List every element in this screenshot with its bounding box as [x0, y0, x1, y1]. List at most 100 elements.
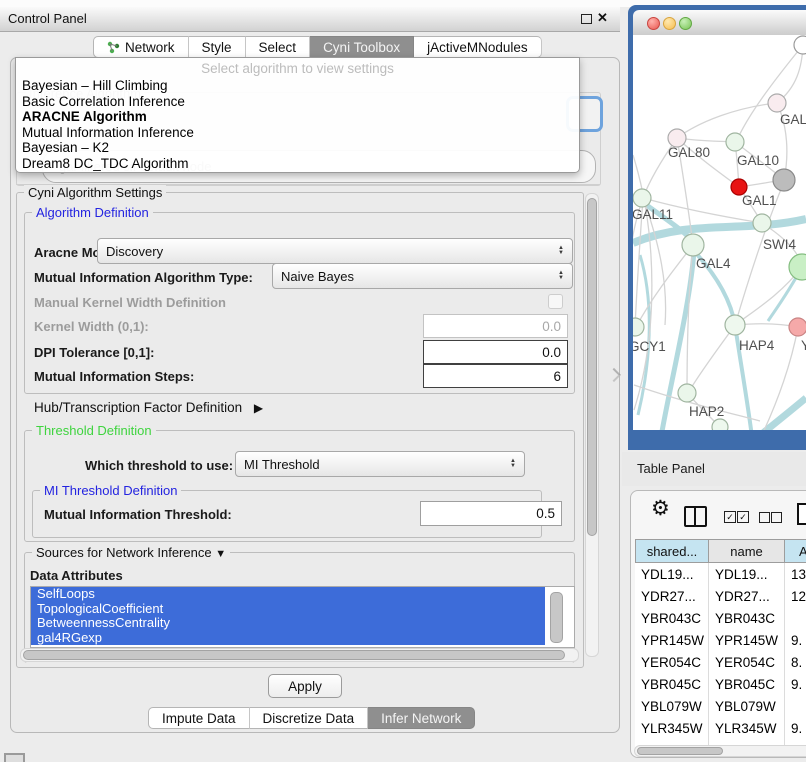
table-row[interactable]: YDR27...YDR27...12 — [635, 585, 806, 607]
unchecked-checkbox-icon[interactable] — [759, 512, 770, 523]
algorithm-option[interactable]: Mutual Information Inference — [16, 125, 579, 141]
table-row[interactable]: YDL19...YDL19...13 — [635, 563, 806, 585]
data-attribute-item[interactable]: TopologicalCoefficient — [31, 602, 545, 617]
table-cell: YDL19... — [709, 563, 785, 585]
close-icon[interactable]: ✕ — [597, 10, 608, 26]
dpi-tolerance-input[interactable] — [423, 340, 568, 364]
document-icon[interactable] — [797, 503, 806, 525]
aracne-mode-combo[interactable]: Discovery ▲▼ — [97, 238, 573, 264]
network-node[interactable] — [773, 169, 795, 191]
network-node[interactable] — [678, 384, 696, 402]
network-node[interactable] — [794, 36, 806, 54]
table-row[interactable]: YBL079WYBL079W — [635, 695, 806, 717]
table-cell: YDR27... — [709, 585, 785, 607]
network-node[interactable] — [726, 133, 744, 151]
network-node[interactable] — [768, 94, 786, 112]
table-row[interactable]: YPR145WYPR145W9. — [635, 629, 806, 651]
network-node[interactable] — [633, 189, 651, 207]
kernel-width-input[interactable] — [423, 314, 568, 338]
manual-kernel-checkbox[interactable] — [548, 294, 563, 309]
settings-hscrollbar-thumb[interactable] — [23, 650, 565, 660]
apply-button[interactable]: Apply — [268, 674, 342, 698]
checked-checkbox-icon[interactable]: ✓ — [724, 511, 736, 523]
network-node[interactable] — [753, 214, 771, 232]
network-node[interactable] — [789, 318, 806, 336]
table-row[interactable]: YER054CYER054C8. — [635, 651, 806, 673]
column-header-clipped[interactable]: A — [785, 539, 806, 563]
table-hscrollbar-thumb[interactable] — [637, 747, 723, 755]
network-edge[interactable] — [688, 325, 735, 393]
network-node[interactable] — [789, 254, 806, 280]
network-edge[interactable] — [736, 45, 803, 142]
node-label: SWI4 — [763, 237, 796, 252]
network-node[interactable] — [725, 315, 745, 335]
tab-network[interactable]: Network — [93, 36, 189, 58]
gear-icon[interactable]: ⚙ — [651, 499, 670, 519]
control-panel-titlebar: Control Panel ✕ — [0, 7, 620, 32]
column-header-name[interactable]: name — [709, 539, 785, 563]
unchecked-checkbox-icon[interactable] — [771, 512, 782, 523]
minimize-traffic-light[interactable] — [663, 17, 676, 30]
float-panel-icon[interactable] — [581, 14, 592, 24]
close-traffic-light[interactable] — [647, 17, 660, 30]
cyni-settings-title: Cyni Algorithm Settings — [24, 185, 166, 200]
settings-scrollbar-track[interactable] — [585, 193, 599, 657]
tab-impute-data[interactable]: Impute Data — [148, 707, 250, 729]
table-cell: YBR045C — [635, 673, 709, 695]
data-attribute-item[interactable]: gal4RGexp — [31, 631, 545, 646]
threshold-definition-title: Threshold Definition — [32, 423, 156, 438]
algorithm-option[interactable]: Dream8 DC_TDC Algorithm — [16, 156, 579, 172]
minimized-panel-icon[interactable] — [4, 753, 25, 762]
table-hscrollbar-track[interactable] — [634, 745, 806, 757]
tab-cyni-toolbox[interactable]: Cyni Toolbox — [310, 36, 414, 58]
columns-icon[interactable] — [684, 506, 707, 527]
settings-hscrollbar-track[interactable] — [20, 648, 579, 662]
tab-discretize-data[interactable]: Discretize Data — [250, 707, 369, 729]
zoom-traffic-light[interactable] — [679, 17, 692, 30]
tab-infer-network[interactable]: Infer Network — [368, 707, 475, 729]
sources-group-title[interactable]: Sources for Network Inference ▼ — [32, 545, 230, 560]
table-cell: YLR345W — [709, 717, 785, 739]
algorithm-option[interactable]: Bayesian – Hill Climbing — [16, 78, 579, 94]
network-graph[interactable]: GALGAL80GAL10GAL1GAL11SWI4GAL4GCY1HAP4YH… — [633, 35, 806, 430]
table-cell: YBL079W — [635, 695, 709, 717]
mi-threshold-label: Mutual Information Threshold: — [44, 507, 232, 522]
table-row[interactable]: YBR043CYBR043C — [635, 607, 806, 629]
algorithm-definition-title: Algorithm Definition — [32, 205, 153, 220]
node-label: GAL4 — [696, 256, 731, 271]
tab-select[interactable]: Select — [246, 36, 311, 58]
mi-threshold-input[interactable] — [420, 501, 562, 526]
network-edge[interactable] — [677, 103, 777, 138]
which-threshold-combo[interactable]: MI Threshold ▲▼ — [235, 451, 525, 477]
network-node[interactable] — [633, 318, 644, 336]
mi-steps-input[interactable] — [423, 364, 568, 388]
data-attribute-item[interactable]: SelfLoops — [31, 587, 545, 602]
table-cell: 9. — [785, 673, 806, 695]
column-header-label: name — [730, 544, 763, 559]
table-row[interactable]: YLR345WYLR345W9. — [635, 717, 806, 739]
network-node[interactable] — [712, 419, 728, 430]
table-panel: ⚙ ✓ ✓ shared... name A YDL19...YDL19...1… — [630, 490, 806, 758]
hub-definition-toggle[interactable]: Hub/Transcription Factor Definition ▶ — [34, 400, 263, 415]
algorithm-option[interactable]: Bayesian – K2 — [16, 140, 579, 156]
algorithm-option[interactable]: ARACNE Algorithm — [16, 109, 579, 125]
mi-type-combo[interactable]: Naive Bayes ▲▼ — [272, 263, 573, 289]
settings-scrollbar-thumb[interactable] — [587, 198, 597, 536]
node-label: GAL80 — [668, 145, 710, 160]
data-attribute-item[interactable]: BetweennessCentrality — [31, 616, 545, 631]
table-cell: YDR27... — [635, 585, 709, 607]
network-edge[interactable] — [758, 398, 806, 430]
control-panel-tabs: Network Style Select Cyni Toolbox jActiv… — [93, 36, 542, 58]
network-node[interactable] — [682, 234, 704, 256]
tab-jactivemnodules[interactable]: jActiveMNodules — [414, 36, 542, 58]
checked-checkbox-icon[interactable]: ✓ — [737, 511, 749, 523]
network-canvas[interactable]: GALGAL80GAL10GAL1GAL11SWI4GAL4GCY1HAP4YH… — [633, 35, 806, 430]
tab-style[interactable]: Style — [189, 36, 246, 58]
combo-arrows-icon: ▲▼ — [558, 246, 564, 256]
screen: Control Panel ✕ Network Style Select Cyn… — [0, 0, 806, 762]
column-header-shared-name[interactable]: shared... — [635, 539, 709, 563]
table-cell: YDL19... — [635, 563, 709, 585]
attributes-scrollbar-thumb[interactable] — [550, 592, 563, 643]
algorithm-option[interactable]: Basic Correlation Inference — [16, 94, 579, 110]
table-row[interactable]: YBR045CYBR045C9. — [635, 673, 806, 695]
